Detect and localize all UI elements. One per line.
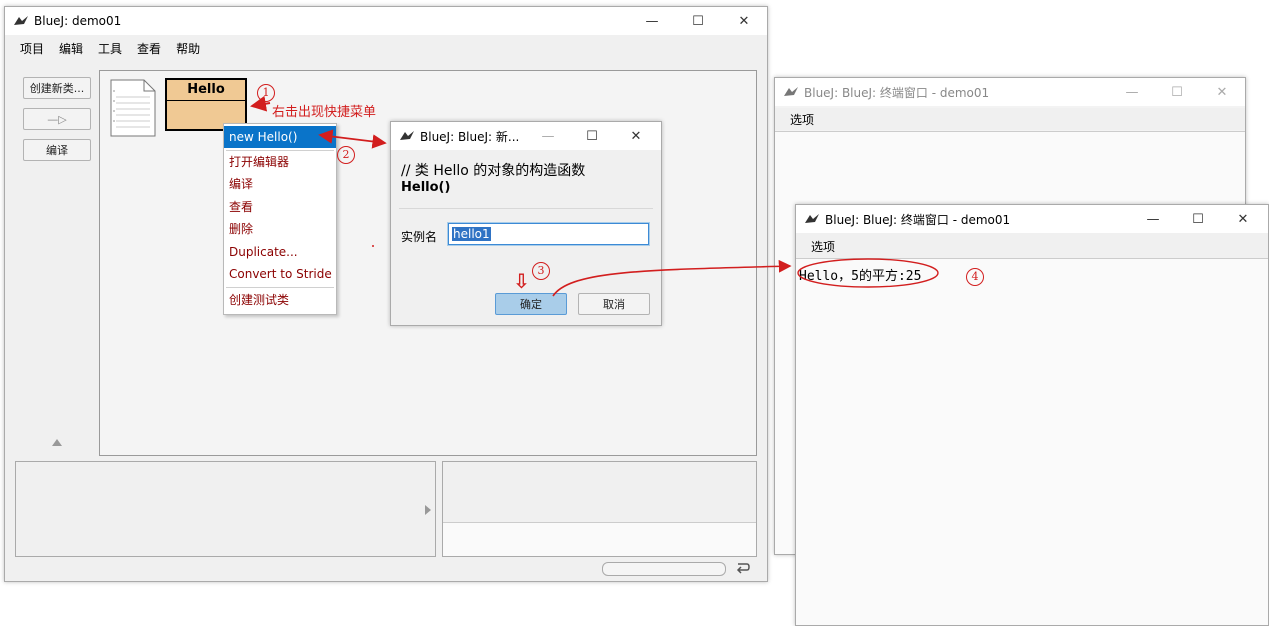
annotation-number-3: 3 xyxy=(532,262,550,280)
divider xyxy=(399,208,653,209)
annotation-number-1: 1 xyxy=(257,84,275,102)
menu-options[interactable]: 选项 xyxy=(811,238,835,255)
codepad-panel xyxy=(442,461,757,557)
new-object-dialog: BlueJ: BlueJ: 新... — ☐ ✕ // 类 Hello 的对象的… xyxy=(390,121,662,326)
minimize-button[interactable]: — xyxy=(1130,205,1176,233)
menu-view[interactable]: 查看 xyxy=(137,40,161,57)
codepad-input[interactable] xyxy=(443,522,756,556)
minimize-button[interactable]: — xyxy=(1109,78,1155,106)
minimize-button[interactable]: — xyxy=(629,7,675,35)
instance-name-field[interactable]: hello1 xyxy=(448,223,649,245)
instance-name-value: hello1 xyxy=(452,227,491,241)
maximize-button[interactable]: ☐ xyxy=(1175,205,1221,233)
menu-item-new-hello[interactable]: new Hello() xyxy=(224,126,336,148)
menu-tools[interactable]: 工具 xyxy=(98,40,122,57)
class-context-menu: new Hello() 打开编辑器 编译 查看 删除 Duplicate... … xyxy=(223,123,337,315)
ok-button[interactable]: 确定 xyxy=(495,293,567,315)
close-button[interactable]: ✕ xyxy=(1220,205,1266,233)
menu-item-remove[interactable]: 删除 xyxy=(224,218,336,240)
terminal-back-menubar: 选项 xyxy=(775,108,1245,130)
bluej-bird-icon xyxy=(400,131,414,140)
annotation-number-4: 4 xyxy=(966,268,984,286)
instance-name-label: 实例名 xyxy=(401,230,438,244)
collapse-up-icon[interactable] xyxy=(51,437,63,447)
new-class-button[interactable]: 创建新类... xyxy=(23,77,91,99)
annotation-number-2: 2 xyxy=(337,146,355,164)
constructor-signature: Hello() xyxy=(401,180,451,195)
terminal-window-front: BlueJ: BlueJ: 终端窗口 - demo01 — ☐ ✕ 选项 Hel… xyxy=(795,204,1269,626)
menu-options[interactable]: 选项 xyxy=(790,111,814,128)
expand-right-icon[interactable] xyxy=(424,504,432,516)
main-menubar: 项目 编辑 工具 查看 帮助 xyxy=(5,37,767,59)
return-icon[interactable] xyxy=(735,560,751,576)
constructor-comment: // 类 Hello 的对象的构造函数 xyxy=(401,163,586,179)
maximize-button[interactable]: ☐ xyxy=(569,122,615,150)
cancel-button[interactable]: 取消 xyxy=(578,293,650,315)
close-button[interactable]: ✕ xyxy=(721,7,767,35)
terminal-front-output-area[interactable]: Hello，5的平方:25 xyxy=(796,258,1268,625)
maximize-button[interactable]: ☐ xyxy=(1154,78,1200,106)
terminal-front-title: BlueJ: BlueJ: 终端窗口 - demo01 xyxy=(825,212,1011,227)
readme-document-icon[interactable] xyxy=(110,79,156,137)
dialog-title: BlueJ: BlueJ: 新... xyxy=(420,129,520,144)
menu-item-duplicate[interactable]: Duplicate... xyxy=(224,241,336,263)
close-button[interactable]: ✕ xyxy=(1199,78,1245,106)
terminal-output-line: Hello，5的平方:25 xyxy=(799,269,922,284)
progress-indicator xyxy=(602,562,726,576)
menu-item-create-test-class[interactable]: 创建测试类 xyxy=(224,289,336,311)
bluej-bird-icon xyxy=(784,87,798,96)
main-window-title: BlueJ: demo01 xyxy=(34,14,122,28)
menu-item-compile[interactable]: 编译 xyxy=(224,173,336,195)
menu-edit[interactable]: 编辑 xyxy=(59,40,83,57)
class-hello-name: Hello xyxy=(167,80,245,101)
annotation-down-arrow: ⇩ xyxy=(513,269,530,293)
terminal-front-menubar: 选项 xyxy=(796,235,1268,257)
arrow-button[interactable]: —▷ xyxy=(23,108,91,130)
annotation-note-1: 右击出现快捷菜单 xyxy=(272,105,377,120)
minimize-button[interactable]: — xyxy=(525,122,571,150)
bluej-bird-icon xyxy=(14,16,28,25)
menu-project[interactable]: 项目 xyxy=(20,40,44,57)
menu-separator xyxy=(226,287,334,288)
menu-item-open-editor[interactable]: 打开编辑器 xyxy=(224,151,336,173)
menu-item-convert-to-stride[interactable]: Convert to Stride xyxy=(224,263,336,285)
compile-button[interactable]: 编译 xyxy=(23,139,91,161)
bluej-bird-icon xyxy=(805,214,819,223)
maximize-button[interactable]: ☐ xyxy=(675,7,721,35)
terminal-back-title: BlueJ: BlueJ: 终端窗口 - demo01 xyxy=(804,85,990,100)
menu-item-inspect[interactable]: 查看 xyxy=(224,196,336,218)
menu-help[interactable]: 帮助 xyxy=(176,40,200,57)
close-button[interactable]: ✕ xyxy=(613,122,659,150)
object-bench-panel xyxy=(15,461,436,557)
